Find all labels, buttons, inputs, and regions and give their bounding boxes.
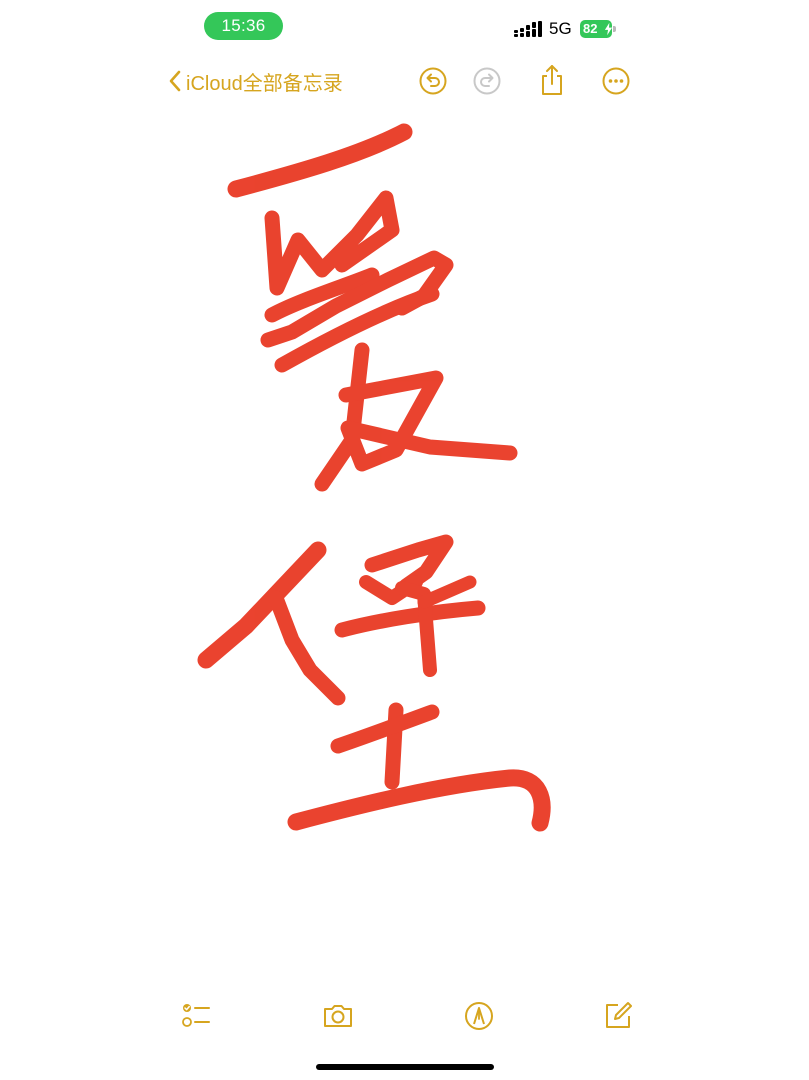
markup-button[interactable] [463, 1000, 495, 1032]
handwritten-ink-drawing [197, 123, 551, 832]
status-time[interactable]: 15:36 [204, 12, 283, 40]
cellular-signal-icon [514, 21, 542, 37]
home-indicator[interactable] [316, 1064, 494, 1070]
checklist-icon [182, 1004, 210, 1027]
ink-stroke [338, 370, 518, 472]
checklist-button[interactable] [180, 1000, 212, 1032]
back-button[interactable]: iCloud全部备忘录 [168, 64, 343, 98]
more-button[interactable] [601, 66, 631, 96]
battery-cap [613, 26, 616, 32]
chevron-left-icon [169, 70, 181, 92]
more-icon [602, 67, 630, 95]
undo-icon [419, 67, 447, 95]
back-button-label: iCloud全部备忘录 [186, 72, 343, 95]
network-type: 5G [549, 19, 572, 38]
ink-stroke [334, 600, 486, 638]
ink-stroke [227, 123, 413, 198]
ink-stroke [417, 575, 477, 609]
redo-icon [473, 67, 501, 95]
ink-stroke [330, 704, 440, 754]
redo-button[interactable] [472, 66, 502, 96]
ink-stroke [287, 769, 551, 832]
battery-indicator: 82 [580, 20, 616, 38]
ink-stroke [268, 590, 346, 706]
share-button[interactable] [537, 63, 567, 95]
share-icon [542, 65, 562, 95]
compose-button[interactable] [602, 1000, 634, 1032]
charging-bolt-icon [604, 22, 613, 36]
camera-icon [324, 1005, 352, 1027]
camera-button[interactable] [322, 1000, 354, 1032]
compose-icon [606, 1002, 632, 1028]
undo-button[interactable] [418, 66, 448, 96]
status-bar: 15:36 5G 82 [0, 0, 809, 54]
drawing-canvas[interactable] [0, 110, 809, 990]
markup-pen-icon [465, 1002, 493, 1030]
